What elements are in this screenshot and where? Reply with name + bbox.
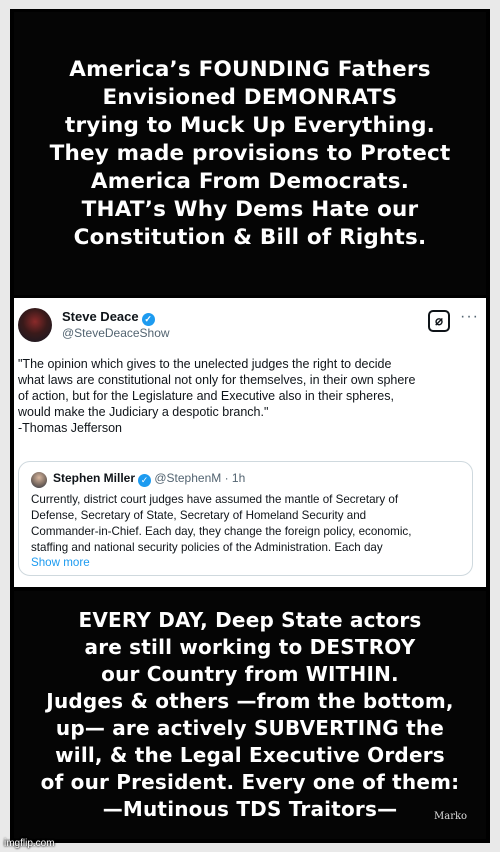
more-options-icon[interactable]: ··· bbox=[460, 308, 479, 326]
quoted-author-name[interactable]: Stephen Miller bbox=[53, 471, 135, 485]
tweet-author-name[interactable]: Steve Deace ✓ bbox=[62, 309, 155, 326]
verified-badge-icon: ✓ bbox=[141, 313, 155, 326]
top-caption-panel: America’s FOUNDING Fathers Envisioned DE… bbox=[14, 12, 486, 295]
quoted-author-handle-time: @StephenM · 1h bbox=[154, 471, 246, 485]
bottom-caption-text: EVERY DAY, Deep State actors are still w… bbox=[40, 608, 460, 821]
show-more-link[interactable]: Show more bbox=[31, 556, 90, 569]
tweet-body-text: "The opinion which gives to the unelecte… bbox=[18, 357, 416, 435]
tweet-author-handle[interactable]: @SteveDeaceShow bbox=[62, 326, 170, 340]
quoted-verified-badge-icon: ✓ bbox=[138, 474, 152, 487]
quoted-tweet-body: Currently, district court judges have as… bbox=[31, 493, 412, 554]
tweet-author-name-text[interactable]: Steve Deace bbox=[62, 309, 139, 324]
avatar[interactable] bbox=[18, 308, 52, 342]
grok-icon[interactable]: ⌀ bbox=[428, 310, 450, 332]
imgflip-watermark: imgflip.com bbox=[4, 838, 55, 849]
signature-text: Marko bbox=[434, 811, 468, 822]
bottom-caption-panel: EVERY DAY, Deep State actors are still w… bbox=[14, 591, 486, 839]
quoted-tweet-header: Stephen Miller ✓ @StephenM · 1h bbox=[53, 471, 245, 487]
quoted-avatar[interactable] bbox=[31, 472, 47, 488]
quoted-tweet[interactable]: Stephen Miller ✓ @StephenM · 1h Currently… bbox=[18, 461, 473, 576]
tweet-card[interactable]: Steve Deace ✓ @SteveDeaceShow ⌀ ··· "The … bbox=[14, 298, 486, 587]
top-caption-text: America’s FOUNDING Fathers Envisioned DE… bbox=[49, 56, 451, 250]
